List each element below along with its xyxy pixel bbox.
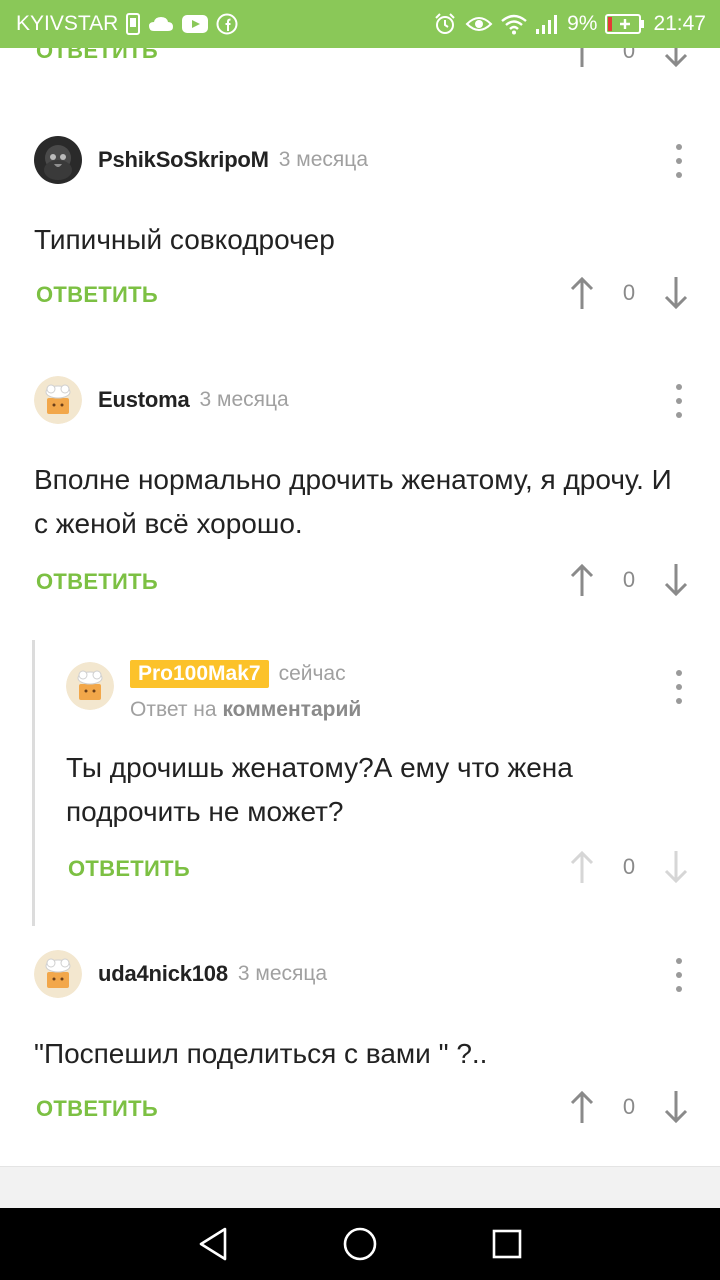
vote-control: 0 <box>564 48 694 70</box>
upvote-icon[interactable] <box>564 848 600 886</box>
back-icon[interactable] <box>183 1214 243 1274</box>
battery-icon <box>605 13 645 35</box>
comment-header: Eustoma 3 месяца <box>34 376 289 424</box>
comment-header: PshikSoSkripoM 3 месяца <box>34 136 368 184</box>
comment-time: 3 месяца <box>199 388 289 411</box>
reply-button[interactable]: ОТВЕТИТЬ <box>36 48 158 64</box>
status-bar: KYIVSTAR 9% 21:47 <box>0 0 720 48</box>
feed-bottom-strip <box>0 1166 720 1208</box>
reply-to-line: Ответ на комментарий <box>130 698 361 722</box>
upvote-icon[interactable] <box>564 1088 600 1126</box>
avatar[interactable] <box>34 950 82 998</box>
sim-icon <box>126 13 141 35</box>
vote-count: 0 <box>622 567 636 592</box>
comment-text: "Поспешил поделиться с вами " ?.. <box>34 1038 488 1069</box>
comment-text: Вполне нормально дрочить женатому, я дро… <box>34 464 672 539</box>
wifi-icon <box>501 13 527 35</box>
downvote-icon[interactable] <box>658 848 694 886</box>
facebook-icon <box>216 13 238 35</box>
vote-control: 0 <box>564 561 694 599</box>
downvote-icon[interactable] <box>658 274 694 312</box>
downvote-icon[interactable] <box>658 1088 694 1126</box>
comment-header <box>66 662 114 710</box>
comment-author-badge[interactable]: Pro100Mak7 <box>130 660 269 688</box>
reply-button[interactable]: ОТВЕТИТЬ <box>36 1096 158 1122</box>
downvote-icon[interactable] <box>658 561 694 599</box>
comment-time: 3 месяца <box>278 148 369 171</box>
upvote-icon[interactable] <box>564 48 600 70</box>
carrier-name: KYIVSTAR <box>16 12 119 35</box>
cloud-icon <box>148 15 174 33</box>
home-icon[interactable] <box>330 1214 390 1274</box>
reply-button[interactable]: ОТВЕТИТЬ <box>36 282 158 308</box>
vote-count: 0 <box>622 48 636 63</box>
reply-button[interactable]: ОТВЕТИТЬ <box>68 856 190 882</box>
battery-percent: 9% <box>567 12 598 35</box>
system-nav-bar <box>0 1208 720 1280</box>
reply-button[interactable]: ОТВЕТИТЬ <box>36 569 158 595</box>
comment-time: 3 месяца <box>237 962 328 985</box>
comment-text: Типичный совкодрочер <box>34 224 335 255</box>
more-options-icon[interactable] <box>674 670 684 704</box>
comment-header: uda4nick108 3 месяца <box>34 950 327 998</box>
comment-author[interactable]: Eustoma <box>98 387 190 413</box>
vote-count: 0 <box>622 1094 636 1119</box>
more-options-icon[interactable] <box>674 144 684 178</box>
signal-icon <box>535 13 559 35</box>
downvote-icon[interactable] <box>658 48 694 70</box>
vote-count: 0 <box>622 280 636 305</box>
avatar[interactable] <box>34 136 82 184</box>
reply-to-prefix: Ответ на <box>130 698 217 721</box>
avatar[interactable] <box>34 376 82 424</box>
vote-control: 0 <box>564 848 694 886</box>
comments-feed[interactable]: ОТВЕТИТЬ 0 PshikSoSkripoM 3 месяца Типич… <box>0 48 720 1166</box>
comment-time: сейчас <box>278 662 346 685</box>
clock-time: 21:47 <box>653 12 706 35</box>
more-options-icon[interactable] <box>674 958 684 992</box>
reply-thread-line <box>32 640 35 926</box>
upvote-icon[interactable] <box>564 274 600 312</box>
comment-text: Ты дрочишь женатому?А ему что жена подро… <box>66 752 573 827</box>
vote-count: 0 <box>622 854 636 879</box>
youtube-icon <box>182 14 209 34</box>
upvote-icon[interactable] <box>564 561 600 599</box>
comment-partial: ОТВЕТИТЬ 0 <box>0 48 720 98</box>
vote-control: 0 <box>564 274 694 312</box>
reply-to-link[interactable]: комментарий <box>222 698 361 721</box>
comment-author[interactable]: PshikSoSkripoM <box>98 147 269 173</box>
comment-author[interactable]: uda4nick108 <box>98 961 228 987</box>
reply-author-row: Pro100Mak7 сейчас <box>130 660 346 688</box>
eye-icon <box>465 14 493 34</box>
alarm-icon <box>433 12 457 36</box>
avatar[interactable] <box>66 662 114 710</box>
vote-control: 0 <box>564 1088 694 1126</box>
recents-icon[interactable] <box>477 1214 537 1274</box>
more-options-icon[interactable] <box>674 384 684 418</box>
